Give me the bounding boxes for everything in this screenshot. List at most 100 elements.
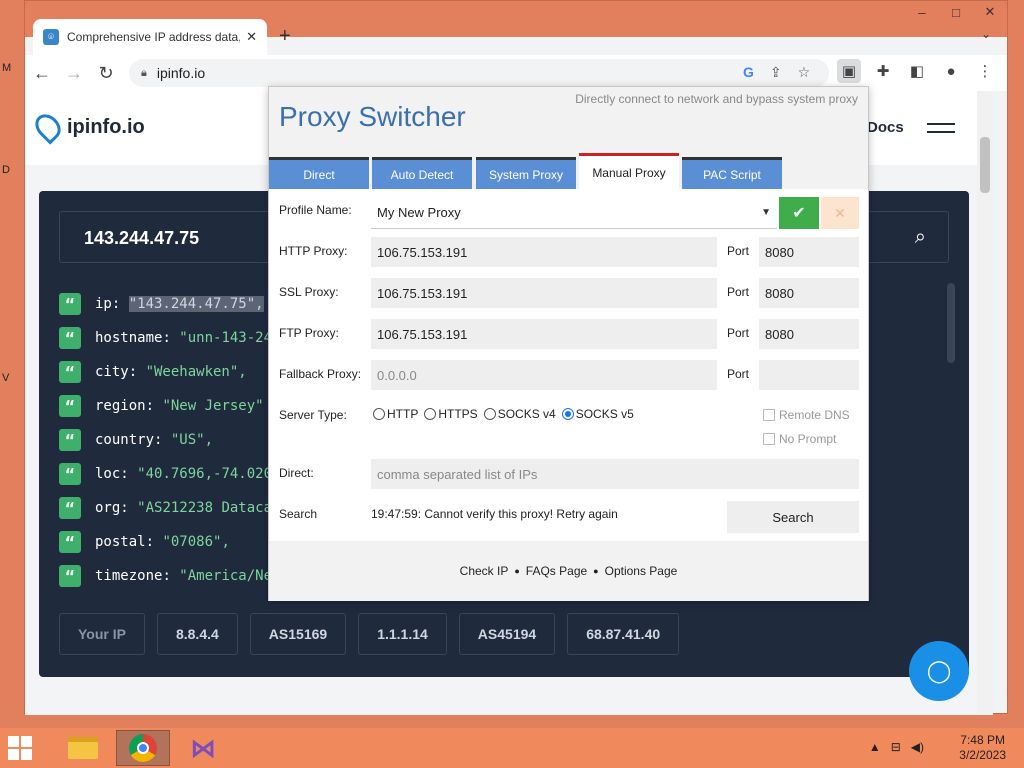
new-tab-button[interactable]: +	[279, 25, 291, 48]
page-scroll-thumb[interactable]	[980, 137, 990, 193]
tab-search-chevron-down-icon[interactable]: ⌄	[981, 27, 991, 41]
radio-button-selected[interactable]	[561, 408, 574, 420]
proxy-switcher-popup: Proxy Switcher Directly connect to netwo…	[268, 86, 869, 601]
volume-icon[interactable]: ◀)	[911, 740, 924, 754]
sidepanel-icon[interactable]: ◧	[905, 59, 929, 83]
checkbox-label: No Prompt	[779, 432, 837, 446]
faqs-link[interactable]: FAQs Page	[526, 564, 587, 578]
json-line: “ postal: "07086",	[59, 525, 272, 559]
quote-icon: “	[59, 565, 81, 587]
chrome-taskbar-button[interactable]	[116, 730, 170, 766]
quick-lookup-button[interactable]: AS15169	[249, 613, 347, 655]
tab-system-proxy[interactable]: System Proxy	[476, 157, 576, 189]
search-icon[interactable]: ⌕	[915, 226, 926, 249]
extension-icons: ▣ ✚ ◧ ● ⋮	[837, 59, 997, 83]
location-pin-icon	[30, 109, 66, 145]
radio-button[interactable]	[483, 408, 496, 420]
quick-lookup-button[interactable]: 68.87.41.40	[567, 613, 680, 655]
chevron-up-icon[interactable]: ▲	[869, 740, 881, 754]
http-proxy-input[interactable]: 106.75.153.191	[371, 237, 717, 267]
tab-manual-proxy[interactable]: Manual Proxy	[579, 153, 679, 189]
page-scrollbar[interactable]	[977, 91, 993, 715]
json-colon: :	[111, 296, 129, 312]
desktop-icon-label: M	[2, 62, 12, 74]
radio-http[interactable]: HTTP	[373, 407, 418, 421]
profile-name-select[interactable]: My New Proxy ▼	[371, 197, 777, 229]
visual-studio-taskbar-button[interactable]: ⋈	[176, 730, 230, 766]
json-scrollbar[interactable]	[947, 283, 955, 363]
quick-lookup-button[interactable]: Your IP	[59, 613, 145, 655]
hamburger-menu-icon[interactable]	[927, 123, 955, 139]
fallback-port-input[interactable]	[759, 360, 859, 390]
ssl-port-input[interactable]: 8080	[759, 278, 859, 308]
quick-lookup-button[interactable]: 1.1.1.14	[358, 613, 447, 655]
json-value: "New Jersey"	[162, 398, 264, 414]
ssl-proxy-input[interactable]: 106.75.153.191	[371, 278, 717, 308]
json-key: city	[95, 364, 129, 380]
menu-icon[interactable]: ⋮	[973, 59, 997, 83]
chat-support-icon[interactable]: ◯	[909, 641, 969, 701]
quick-lookup-button[interactable]: AS45194	[458, 613, 556, 655]
share-icon[interactable]: ⇪	[770, 64, 782, 81]
checkbox[interactable]	[763, 433, 775, 445]
quote-icon: “	[59, 327, 81, 349]
minimize-button[interactable]: –	[905, 1, 939, 23]
http-port-input[interactable]: 8080	[759, 237, 859, 267]
lock-icon[interactable]: 🔒︎	[141, 67, 147, 80]
forward-icon[interactable]: →	[59, 58, 89, 88]
address-bar[interactable]: 🔒︎ ipinfo.io	[129, 59, 829, 87]
star-icon[interactable]: ☆	[798, 64, 811, 81]
search-button[interactable]: Search	[727, 501, 859, 533]
proxy-extension-icon[interactable]: ▣	[837, 59, 861, 83]
desktop-icon-label: V	[2, 372, 10, 384]
windows-start-icon[interactable]	[8, 736, 32, 760]
json-line: “ ip: "143.244.47.75",	[59, 287, 272, 321]
docs-link[interactable]: Docs	[867, 119, 904, 136]
quick-lookup-button[interactable]: 8.8.4.4	[156, 613, 238, 655]
maximize-button[interactable]: □	[939, 1, 973, 23]
system-clock[interactable]: 7:48 PM 3/2/2023	[959, 733, 1006, 763]
network-icon[interactable]: ⊟	[891, 740, 901, 754]
browser-tab[interactable]: ⌾ Comprehensive IP address data, I ✕	[33, 19, 267, 55]
popup-footer: Check IP ● FAQs Page ● Options Page	[269, 541, 868, 601]
no-prompt-checkbox[interactable]: No Prompt	[763, 432, 836, 446]
reload-icon[interactable]: ↻	[91, 58, 121, 88]
tab-title: Comprehensive IP address data, I	[67, 30, 241, 44]
radio-socks5[interactable]: SOCKS v5	[561, 407, 634, 421]
profile-icon[interactable]: ●	[939, 59, 963, 83]
radio-socks4[interactable]: SOCKS v4	[483, 407, 556, 421]
delete-profile-button[interactable]: ✕	[821, 197, 859, 229]
back-icon[interactable]: ←	[27, 58, 57, 88]
google-icon[interactable]: G	[743, 64, 754, 81]
radio-label: SOCKS v5	[575, 407, 634, 421]
separator-dot: ●	[593, 566, 599, 576]
close-tab-icon[interactable]: ✕	[246, 29, 257, 45]
checkbox[interactable]	[763, 409, 775, 421]
tab-auto-detect[interactable]: Auto Detect	[372, 157, 472, 189]
json-key: loc	[95, 466, 121, 482]
json-key: postal	[95, 534, 146, 550]
json-line: “ loc: "40.7696,-74.020	[59, 457, 272, 491]
ftp-port-input[interactable]: 8080	[759, 319, 859, 349]
json-key: timezone	[95, 568, 163, 584]
options-link[interactable]: Options Page	[605, 564, 678, 578]
direct-input[interactable]: comma separated list of IPs	[371, 459, 859, 489]
ftp-proxy-input[interactable]: 106.75.153.191	[371, 319, 717, 349]
check-ip-link[interactable]: Check IP	[460, 564, 509, 578]
puzzle-icon[interactable]: ✚	[871, 59, 895, 83]
radio-https[interactable]: HTTPS	[424, 407, 478, 421]
file-explorer-taskbar-button[interactable]	[56, 730, 110, 766]
ip-input-value[interactable]: 143.244.47.75	[84, 228, 199, 249]
tab-pac-script[interactable]: PAC Script	[682, 157, 782, 189]
radio-button[interactable]	[424, 408, 437, 420]
radio-button[interactable]	[373, 408, 385, 420]
close-window-button[interactable]: ✕	[973, 1, 1007, 23]
save-profile-button[interactable]: ✔	[779, 197, 819, 229]
json-colon: :	[120, 466, 138, 482]
quote-icon: “	[59, 531, 81, 553]
url-text[interactable]: ipinfo.io	[157, 65, 205, 81]
site-logo[interactable]: ipinfo.io	[30, 109, 145, 145]
tab-direct[interactable]: Direct	[269, 157, 369, 189]
remote-dns-checkbox[interactable]: Remote DNS	[763, 408, 850, 422]
fallback-proxy-input[interactable]: 0.0.0.0	[371, 360, 717, 390]
